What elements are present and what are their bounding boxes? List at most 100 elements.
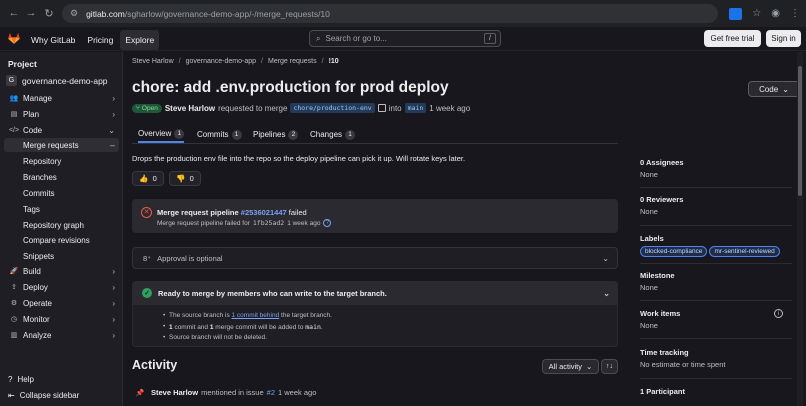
page-scrollbar[interactable] — [797, 52, 803, 406]
activity-heading: Activity — [132, 358, 178, 372]
commit-sha[interactable]: 1fb25ad2 — [253, 219, 284, 227]
sidebar-item-code[interactable]: </> Code ⌄ — [4, 123, 119, 137]
sidebar-item-repository-graph[interactable]: Repository graph — [4, 218, 119, 232]
milestone-heading: Milestone — [640, 271, 675, 280]
thumbs-up-icon: 👍 — [139, 174, 149, 183]
merge-detail-behind: The source branch is 1 commit behind the… — [163, 312, 332, 319]
scrollbar-thumb[interactable] — [798, 66, 802, 196]
sidebar-item-label: Commits — [23, 188, 55, 198]
sidebar-item-analyze[interactable]: ▥ Analyze › — [4, 328, 119, 342]
question-icon[interactable]: ? — [323, 219, 332, 227]
sidebar-item-compare-revisions[interactable]: Compare revisions — [4, 233, 119, 247]
address-bar[interactable]: ⚙ gitlab.com/sgharlow/governance-demo-ap… — [62, 4, 718, 23]
approval-widget[interactable]: 8⁺ Approval is optional ⌄ — [132, 247, 618, 269]
chevron-down-icon[interactable]: ⌄ — [602, 254, 609, 263]
reload-icon[interactable]: ↻ — [40, 4, 58, 22]
back-arrow-icon[interactable]: ← — [5, 4, 23, 22]
browser-menu-icon[interactable]: ⋮ — [790, 8, 800, 19]
tab-commits[interactable]: Commits 1 — [197, 126, 242, 143]
sidebar-item-operate[interactable]: ⚙ Operate › — [4, 296, 119, 310]
thumbs-up-button[interactable]: 👍 0 — [132, 171, 164, 186]
author-link[interactable]: Steve Harlow — [165, 104, 215, 113]
sidebar-item-tags[interactable]: Tags — [4, 202, 119, 216]
pipeline-link[interactable]: #2536021447 — [241, 208, 287, 217]
breadcrumb-merge-requests[interactable]: Merge requests — [268, 58, 317, 65]
divider — [640, 187, 792, 188]
sidebar-item-build[interactable]: 🚀 Build › — [4, 264, 119, 278]
bookmark-star-icon[interactable]: ☆ — [752, 8, 761, 19]
help-label: Help — [17, 375, 34, 384]
work-items-heading: Work items — [640, 309, 681, 318]
help-button[interactable]: ? Help — [8, 375, 34, 384]
thumbs-down-button[interactable]: 👎 0 — [169, 171, 201, 186]
sidebar-item-manage[interactable]: 👥 Manage › — [4, 91, 119, 105]
forward-arrow-icon[interactable]: → — [22, 4, 40, 22]
tab-label: Pipelines — [253, 130, 286, 139]
sidebar-item-snippets[interactable]: Snippets — [4, 249, 119, 263]
sign-in-button[interactable]: Sign in — [766, 30, 801, 47]
label-chip[interactable]: blocked-compliance — [640, 246, 708, 257]
left-sidebar: Project G governance-demo-app 👥 Manage › ▤… — [0, 52, 123, 406]
reviewers-heading: 0 Reviewers — [640, 195, 684, 204]
sidebar-item-label: Snippets — [23, 251, 55, 261]
requested-text: requested to merge — [218, 103, 288, 113]
activity-filter-dropdown[interactable]: All activity ⌄ — [542, 359, 599, 374]
detail-text: commit and — [174, 324, 209, 331]
breadcrumb-project[interactable]: governance-demo-app — [186, 58, 256, 65]
merge-status-widget: ✓ Ready to merge by members who can writ… — [132, 281, 618, 305]
info-icon[interactable]: i — [774, 309, 783, 318]
nav-pricing[interactable]: Pricing — [82, 30, 118, 50]
target-branch[interactable]: main — [404, 103, 427, 113]
search-input[interactable]: ⌕ Search or go to... / — [309, 30, 501, 47]
sidebar-project-link[interactable]: G governance-demo-app — [6, 75, 108, 86]
collapse-sidebar-button[interactable]: ⇤ Collapse sidebar — [8, 391, 79, 400]
code-dropdown-button[interactable]: Code ⌄ — [748, 81, 800, 97]
breadcrumb-owner[interactable]: Steve Harlow — [132, 58, 174, 65]
extension-icon[interactable] — [729, 7, 743, 20]
approval-icon: 8⁺ — [143, 253, 152, 263]
people-icon: 👥 — [9, 95, 19, 102]
rocket-icon: 🚀 — [9, 268, 19, 275]
sidebar-item-repository[interactable]: Repository — [4, 154, 119, 168]
nav-why-gitlab[interactable]: Why GitLab — [26, 30, 80, 50]
reaction-count: 0 — [189, 174, 194, 183]
sidebar-item-monitor[interactable]: ◷ Monitor › — [4, 312, 119, 326]
source-branch[interactable]: chore/production-env — [290, 103, 375, 113]
sidebar-item-commits[interactable]: Commits — [4, 186, 119, 200]
copy-icon[interactable] — [377, 104, 386, 112]
profile-icon[interactable]: ◉ — [771, 8, 780, 19]
labels-section: Labels blocked-compliance mr-sentinel-rev… — [640, 234, 782, 257]
tab-changes[interactable]: Changes 1 — [310, 126, 356, 143]
failed-status-icon[interactable]: ✕ — [141, 207, 152, 218]
site-settings-icon[interactable]: ⚙ — [70, 8, 78, 19]
nav-explore[interactable]: Explore — [120, 30, 160, 50]
sort-order-button[interactable]: ↑↓ — [601, 359, 618, 374]
breadcrumb-current[interactable]: !10 — [329, 58, 339, 65]
get-free-trial-button[interactable]: Get free trial — [704, 30, 761, 47]
activity-text: mentioned in issue — [201, 388, 264, 397]
target-branch-name: main — [305, 323, 321, 331]
merge-commit-count: 1 — [209, 324, 214, 331]
tab-pipelines[interactable]: Pipelines 2 — [253, 126, 299, 143]
tab-overview[interactable]: Overview 1 — [138, 126, 185, 143]
tab-count: 2 — [288, 129, 299, 140]
sidebar-item-merge-requests[interactable]: Merge requests – — [4, 138, 119, 152]
chevron-down-icon: ⌄ — [586, 362, 593, 371]
issue-link[interactable]: #2 — [267, 388, 275, 397]
sidebar-item-deploy[interactable]: ⇪ Deploy › — [4, 280, 119, 294]
activity-author[interactable]: Steve Harlow — [151, 388, 198, 397]
sidebar-item-plan[interactable]: ▤ Plan › — [4, 107, 119, 121]
tab-count: 1 — [174, 128, 185, 139]
pin-icon: 📌 — [135, 389, 145, 397]
sidebar-item-label: Compare revisions — [23, 235, 90, 245]
sidebar-item-branches[interactable]: Branches — [4, 170, 119, 184]
commits-behind-link[interactable]: 1 commit behind — [232, 312, 280, 319]
merge-status-title: Ready to merge by members who can write … — [158, 288, 387, 298]
sidebar-item-label: Plan — [23, 109, 40, 119]
chevron-down-icon[interactable]: ⌄ — [603, 289, 610, 298]
sidebar-item-label: Tags — [23, 204, 40, 214]
time-tracking-value: No estimate or time spent — [640, 360, 726, 369]
label-chip[interactable]: mr-sentinel-reviewed — [709, 246, 780, 257]
gitlab-logo-icon[interactable] — [7, 31, 21, 45]
commit-count: 1 — [169, 324, 173, 331]
